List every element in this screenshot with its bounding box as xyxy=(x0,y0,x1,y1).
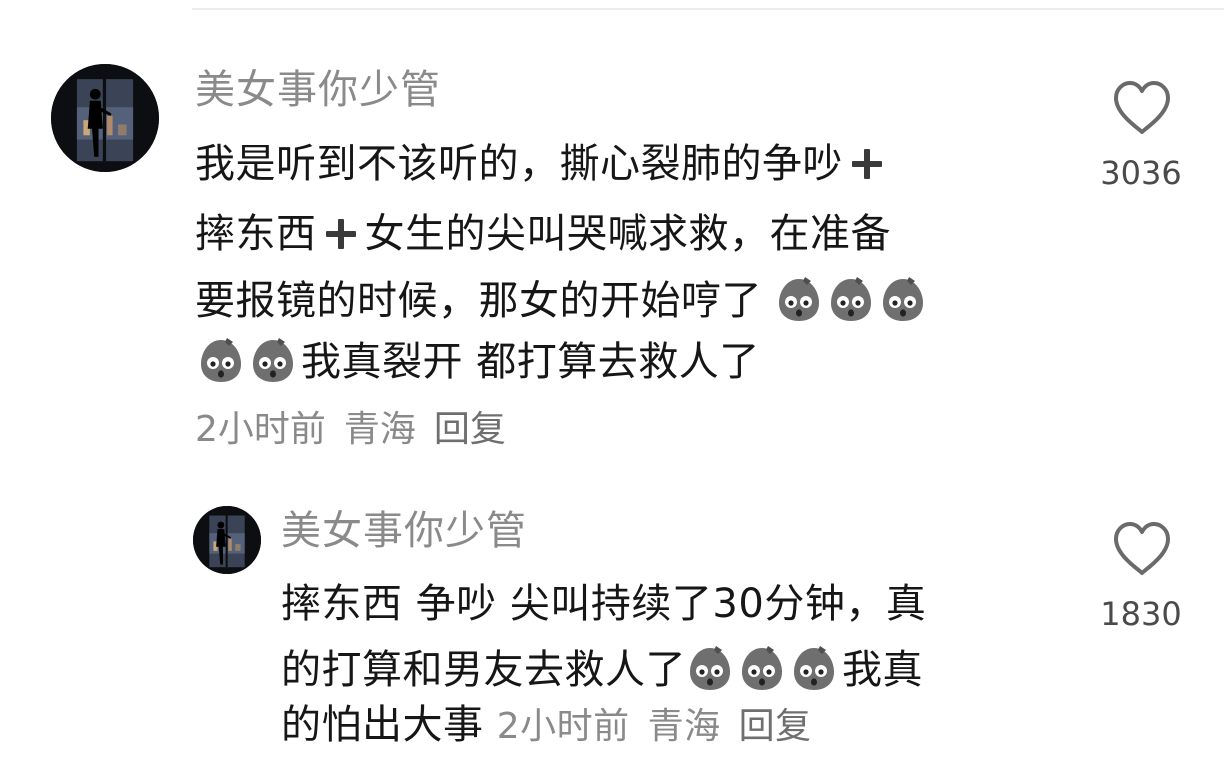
comment-username[interactable]: 美女事你少管 xyxy=(195,70,441,110)
like-button[interactable] xyxy=(1112,80,1172,136)
avatar-image xyxy=(193,506,261,574)
heart-outline-icon xyxy=(1114,522,1170,575)
shocked-potato-emoji xyxy=(790,644,838,692)
reply-line-1: 摔东西 争吵 尖叫持续了30分钟，真 xyxy=(281,584,926,624)
reply-line-3: 的怕出大事 2小时前 青海 回复 xyxy=(281,705,830,745)
like-count: 3036 xyxy=(1100,154,1182,192)
reply-reply-button[interactable]: 回复 xyxy=(739,706,812,747)
reply-text-segment: 的怕出大事 xyxy=(281,702,484,748)
avatar-image xyxy=(51,64,159,172)
comment-text-segment: 女生的尖叫哭喊求救，在准备 xyxy=(364,211,891,257)
heart-outline-icon xyxy=(1114,81,1170,134)
reply-like-button[interactable] xyxy=(1112,521,1172,577)
plus-icon xyxy=(849,146,885,182)
reply-meta: 2小时前 青海 回复 xyxy=(497,706,830,747)
comment-line-2: 摔东西 女生的尖叫哭喊求救，在准备 xyxy=(195,214,891,254)
comment-location: 青海 xyxy=(343,409,416,450)
shocked-potato-emoji xyxy=(686,644,734,692)
comment-meta: 2小时前 青海 回复 xyxy=(195,412,524,448)
reply-location: 青海 xyxy=(647,706,721,747)
comment-reply-button[interactable]: 回复 xyxy=(434,409,506,450)
comment-text-segment: 摔东西 xyxy=(195,211,317,257)
shocked-potato-emoji xyxy=(197,336,245,384)
comment-line-3: 要报镜的时候，那女的开始哼了 xyxy=(195,275,931,323)
comment-time: 2小时前 xyxy=(195,409,326,450)
shocked-potato-emoji xyxy=(879,275,927,323)
reply-like-count: 1830 xyxy=(1100,595,1182,633)
reply-username[interactable]: 美女事你少管 xyxy=(281,511,527,551)
reply-text-segment: 的打算和男友去救人了 xyxy=(281,647,686,693)
reply-text-segment: 摔东西 争吵 尖叫持续了30分钟，真 xyxy=(281,581,927,627)
top-divider xyxy=(192,8,1224,10)
shocked-potato-emoji xyxy=(738,644,786,692)
reply-text-segment: 我真 xyxy=(842,647,923,693)
reply-line-2: 的打算和男友去救人了 我真 xyxy=(281,644,923,692)
comment-line-4: 我真裂开 都打算去救人了 xyxy=(197,336,760,384)
shocked-potato-emoji xyxy=(775,275,823,323)
comment-text-segment: 我真裂开 都打算去救人了 xyxy=(301,339,760,385)
plus-icon xyxy=(323,216,359,252)
shocked-potato-emoji xyxy=(249,336,297,384)
avatar[interactable] xyxy=(51,64,159,172)
shocked-potato-emoji xyxy=(827,275,875,323)
comment-text-segment: 我是听到不该听的，撕心裂肺的争吵 xyxy=(195,141,843,187)
reply-avatar[interactable] xyxy=(193,506,261,574)
reply-time: 2小时前 xyxy=(496,706,630,747)
comment-line-1: 我是听到不该听的，撕心裂肺的争吵 xyxy=(195,144,891,184)
comment-text-segment: 要报镜的时候，那女的开始哼了 xyxy=(195,278,762,324)
